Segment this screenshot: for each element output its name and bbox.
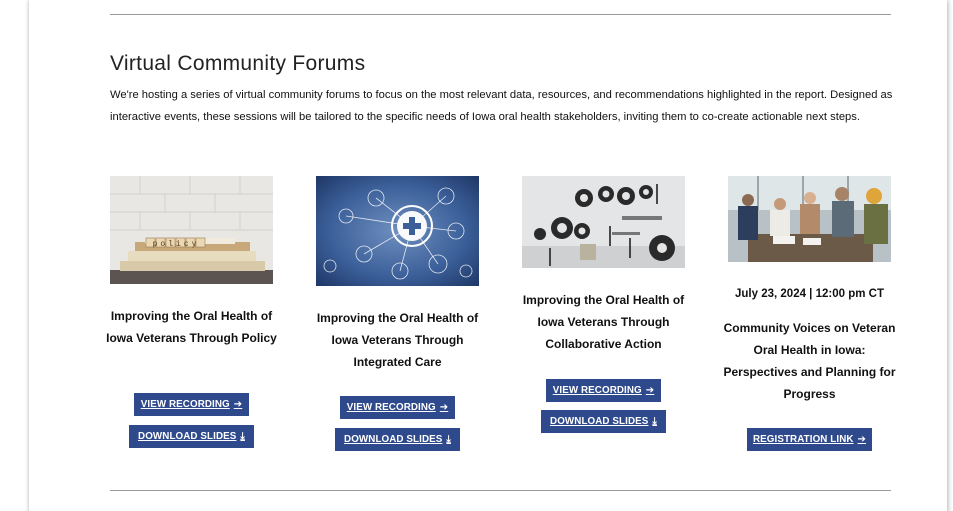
button-label: REGISTRATION LINK bbox=[752, 434, 854, 445]
download-slides-button[interactable]: DOWNLOAD SLIDES ⤓ bbox=[335, 428, 460, 451]
top-divider bbox=[110, 14, 891, 15]
card-title: Community Voices on Veteran Oral Health … bbox=[723, 321, 896, 401]
arrow-right-icon: ➔ bbox=[439, 402, 449, 413]
bottom-divider bbox=[110, 490, 891, 491]
button-label: DOWNLOAD SLIDES bbox=[138, 431, 237, 442]
button-label: VIEW RECORDING bbox=[140, 399, 230, 410]
download-icon: ⤓ bbox=[652, 416, 657, 427]
collaborative-action-thumbnail bbox=[522, 176, 685, 268]
view-recording-button[interactable]: VIEW RECORDING ➔ bbox=[134, 393, 249, 416]
card-title: Improving the Oral Health of Iowa Vetera… bbox=[316, 311, 479, 369]
community-voices-thumbnail bbox=[728, 176, 891, 262]
arrow-right-icon: ➔ bbox=[857, 434, 867, 445]
arrow-right-icon: ➔ bbox=[645, 385, 655, 396]
button-label: DOWNLOAD SLIDES bbox=[344, 434, 443, 445]
button-label: VIEW RECORDING bbox=[552, 385, 642, 396]
button-label: VIEW RECORDING bbox=[346, 402, 436, 413]
registration-link-button[interactable]: REGISTRATION LINK ➔ bbox=[747, 428, 872, 451]
arrow-right-icon: ➔ bbox=[233, 399, 243, 410]
policy-thumbnail: policy bbox=[110, 176, 273, 284]
event-date-time: July 23, 2024 | 12:00 pm CT bbox=[735, 288, 884, 300]
download-slides-button[interactable]: DOWNLOAD SLIDES ⤓ bbox=[541, 410, 666, 433]
card-title: Improving the Oral Health of Iowa Vetera… bbox=[522, 293, 685, 351]
section-heading: Virtual Community Forums bbox=[110, 52, 366, 75]
button-label: DOWNLOAD SLIDES bbox=[550, 416, 649, 427]
download-slides-button[interactable]: DOWNLOAD SLIDES ⤓ bbox=[129, 425, 254, 448]
section-intro: We're hosting a series of virtual commun… bbox=[110, 89, 893, 123]
integrated-care-thumbnail bbox=[316, 176, 479, 286]
view-recording-button[interactable]: VIEW RECORDING ➔ bbox=[546, 379, 661, 402]
view-recording-button[interactable]: VIEW RECORDING ➔ bbox=[340, 396, 455, 419]
download-icon: ⤓ bbox=[446, 434, 451, 445]
svg-text:policy: policy bbox=[153, 240, 200, 249]
card-title: Improving the Oral Health of Iowa Vetera… bbox=[106, 309, 277, 345]
download-icon: ⤓ bbox=[240, 431, 245, 442]
